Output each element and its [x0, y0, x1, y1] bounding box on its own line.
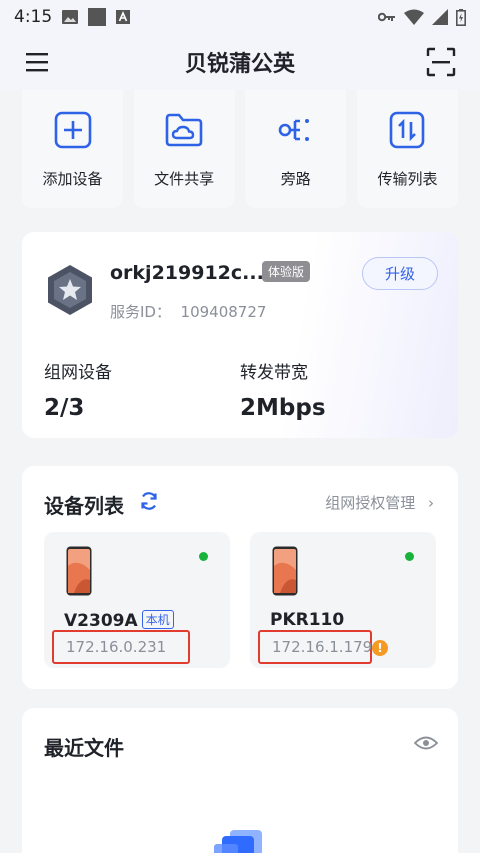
member-badge-icon: [48, 265, 92, 315]
quick-action-label: 文件共享: [154, 170, 215, 188]
upgrade-button[interactable]: 升级: [362, 257, 438, 290]
quick-action-bypass[interactable]: 旁路: [245, 90, 347, 208]
device-tile[interactable]: PKR110 172.16.1.179 !: [250, 532, 436, 668]
vpn-key-icon: [378, 12, 395, 22]
device-name: V2309A 本机: [64, 610, 174, 631]
app-header: 贝锐蒲公英: [0, 34, 480, 90]
quick-action-transfer-list[interactable]: 传输列表: [356, 90, 458, 208]
local-device-badge: 本机: [141, 610, 174, 629]
quick-action-file-share[interactable]: 文件共享: [133, 90, 235, 208]
stat-value: 2/3: [44, 395, 85, 421]
service-id-label: 服务ID：: [110, 303, 171, 321]
page-title: 贝锐蒲公英: [184, 52, 295, 77]
status-bar: 4:15: [0, 0, 480, 34]
recent-files-card: 最近文件: [22, 708, 458, 853]
trial-badge: 体验版: [262, 261, 311, 282]
stat-label: 组网设备: [44, 363, 112, 383]
network-auth-manage-label: 组网授权管理: [325, 494, 416, 512]
cloud-folder-icon: [165, 113, 203, 147]
signal-icon: [432, 9, 448, 25]
wifi-icon: [404, 9, 424, 25]
chevron-right-icon: ›: [428, 494, 434, 512]
empty-files-illustration: [214, 830, 262, 853]
refresh-icon[interactable]: [139, 491, 159, 511]
online-status-dot: [199, 552, 208, 561]
stat-label: 转发带宽: [240, 363, 308, 383]
eye-icon[interactable]: [414, 734, 438, 752]
device-ip: 172.16.1.179: [258, 630, 372, 664]
warning-icon[interactable]: !: [372, 640, 388, 656]
quick-action-label: 添加设备: [42, 170, 103, 188]
stat-bandwidth: 转发带宽 2Mbps: [240, 358, 326, 421]
quick-action-add-device[interactable]: 添加设备: [22, 90, 123, 208]
phone-icon: [272, 546, 298, 596]
device-tile[interactable]: V2309A 本机 172.16.0.231: [44, 532, 230, 668]
stat-devices: 组网设备 2/3: [44, 358, 112, 421]
status-time: 4:15: [14, 7, 53, 27]
device-ip: 172.16.0.231: [52, 630, 190, 664]
device-list-card: 设备列表 组网授权管理 › V2309A 本机 172.16.0.231 PKR…: [22, 466, 458, 689]
battery-icon: [456, 8, 466, 26]
image-icon: [62, 10, 79, 24]
menu-icon[interactable]: [26, 51, 48, 73]
phone-icon: [66, 546, 92, 596]
service-id-value: 109408727: [180, 303, 267, 321]
a-letter-icon: [116, 10, 131, 24]
service-id: 服务ID： 109408727: [110, 301, 266, 322]
online-status-dot: [405, 552, 414, 561]
transfer-icon: [390, 111, 425, 149]
add-box-icon: [54, 111, 91, 149]
quick-action-label: 传输列表: [377, 170, 438, 188]
recent-files-title: 最近文件: [44, 736, 124, 760]
device-list-title: 设备列表: [44, 494, 124, 518]
device-name-text: V2309A: [64, 611, 138, 631]
stat-value: 2Mbps: [240, 395, 326, 421]
quick-actions: 添加设备 文件共享 旁路 传输列表: [22, 90, 458, 208]
device-name-text: PKR110: [270, 610, 345, 630]
device-name: PKR110: [270, 610, 344, 630]
service-name: orkj219912c...: [110, 262, 264, 284]
bypass-icon: [278, 119, 309, 141]
square-icon: [88, 8, 107, 26]
service-card[interactable]: orkj219912c... 体验版 升级 服务ID： 109408727 组网…: [22, 232, 458, 438]
network-auth-manage-link[interactable]: 组网授权管理 ›: [325, 492, 434, 513]
quick-action-label: 旁路: [280, 170, 311, 188]
scan-icon[interactable]: [426, 47, 456, 77]
